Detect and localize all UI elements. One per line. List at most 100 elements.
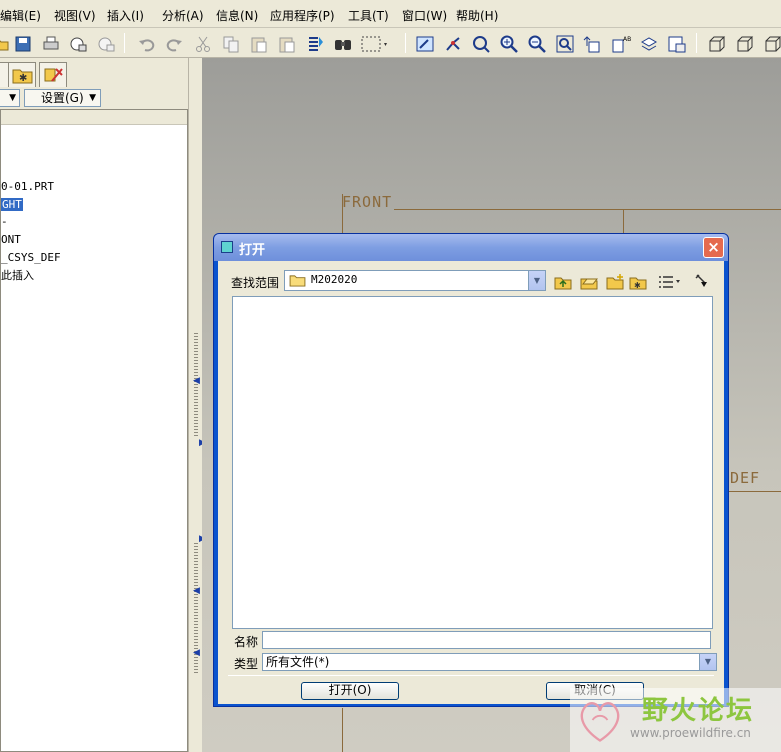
close-icon: ×	[707, 238, 720, 256]
copy-icon[interactable]	[220, 33, 240, 53]
tools-icon	[44, 68, 63, 82]
open-dialog: 打开 × 查找范围 M202020 ▼ ✱ 名称 类型 所有文件(*) ▼ 打开…	[213, 233, 729, 707]
selection-box-icon[interactable]	[358, 33, 388, 53]
navigator-tabs: ✱	[0, 60, 190, 87]
datum-label-def: DEF	[730, 469, 761, 487]
hidden-line-icon[interactable]	[762, 33, 781, 53]
tab-favorites[interactable]	[39, 62, 67, 87]
svg-text:✱: ✱	[634, 281, 641, 290]
look-in-value: M202020	[311, 273, 358, 286]
working-directory-button[interactable]: ✱	[627, 272, 649, 292]
toolbar-separator	[124, 33, 125, 53]
tree-item-part[interactable]: 0-01.PRT	[1, 179, 54, 195]
watermark-url: www.proewildfire.cn	[630, 726, 751, 740]
paste-icon[interactable]	[248, 33, 268, 53]
spin-center-icon[interactable]	[442, 33, 462, 53]
file-name-input[interactable]	[262, 631, 711, 649]
chevron-down-icon: ▼	[9, 93, 16, 103]
toolbar-separator	[405, 33, 406, 53]
look-in-combo[interactable]: M202020 ▼	[284, 270, 546, 291]
svg-text:AB: AB	[623, 36, 631, 43]
main-toolbar: AB	[0, 28, 781, 58]
repaint-icon[interactable]	[414, 33, 434, 53]
print-icon[interactable]	[40, 33, 60, 53]
paste-special-icon[interactable]	[276, 33, 296, 53]
datum-plane-edge	[342, 708, 343, 752]
reorient-icon[interactable]	[582, 33, 602, 53]
view-manager-icon[interactable]	[666, 33, 686, 53]
orient-mode-icon[interactable]	[470, 33, 490, 53]
tools-menu-button[interactable]	[690, 272, 712, 292]
settings-dropdown[interactable]: 设置(G) ▼	[24, 89, 101, 107]
tree-item-right[interactable]: GHT	[1, 197, 23, 213]
find-icon[interactable]	[332, 33, 352, 53]
watermark-logo-icon	[580, 702, 620, 742]
menu-applications[interactable]: 应用程序(P)	[270, 7, 335, 24]
model-tree: 0-01.PRT GHT - ONT _CSYS_DEF 此插入	[0, 109, 188, 752]
window-icon	[221, 241, 233, 253]
datum-plane-top[interactable]	[729, 491, 781, 492]
menu-info[interactable]: 信息(N)	[216, 7, 258, 24]
tree-item-csys[interactable]: _CSYS_DEF	[1, 250, 61, 266]
collapse-arrow-icon[interactable]: ◀	[193, 376, 200, 386]
folder-icon	[289, 275, 306, 287]
collapse-arrow-icon[interactable]: ◀	[193, 586, 200, 596]
open-button[interactable]: 打开(O)	[301, 682, 399, 700]
file-type-combo[interactable]: 所有文件(*) ▼	[262, 653, 717, 671]
dialog-title: 打开	[239, 243, 266, 258]
zoom-out-icon[interactable]	[526, 33, 546, 53]
zoom-in-icon[interactable]	[498, 33, 518, 53]
refit-icon[interactable]	[554, 33, 574, 53]
chevron-down-icon: ▼	[89, 93, 96, 103]
up-one-level-button[interactable]	[552, 272, 574, 292]
name-label: 名称	[234, 635, 259, 649]
look-in-label: 查找范围	[231, 276, 280, 290]
no-hidden-icon[interactable]	[734, 33, 754, 53]
open-icon[interactable]	[0, 33, 10, 53]
settings-label: 设置(G)	[41, 91, 84, 105]
undo-icon[interactable]	[136, 33, 156, 53]
layers-icon[interactable]	[638, 33, 658, 53]
forum-watermark: 野火论坛 www.proewildfire.cn	[570, 688, 781, 752]
tree-item-top[interactable]: -	[1, 214, 8, 230]
send-mail-attachment-icon[interactable]	[95, 33, 115, 53]
menu-window[interactable]: 窗口(W)	[402, 7, 447, 24]
view-menu-button[interactable]	[656, 272, 684, 292]
cut-icon[interactable]	[192, 33, 212, 53]
dialog-titlebar[interactable]: 打开 ×	[214, 234, 728, 261]
tree-item-front[interactable]: ONT	[1, 232, 21, 248]
redo-icon[interactable]	[163, 33, 183, 53]
shading-icon[interactable]	[706, 33, 726, 53]
browse-folder-button[interactable]	[578, 272, 600, 292]
svg-text:✱: ✱	[19, 73, 27, 84]
menu-analysis[interactable]: 分析(A)	[162, 7, 204, 24]
tree-item-insert-here[interactable]: 此插入	[1, 268, 34, 284]
file-type-value: 所有文件(*)	[266, 655, 330, 669]
menu-insert[interactable]: 插入(I)	[107, 7, 144, 24]
menu-view[interactable]: 视图(V)	[54, 7, 96, 24]
watermark-text: 野火论坛	[642, 696, 755, 726]
model-tree-header	[1, 110, 187, 125]
datum-plane-front[interactable]	[394, 209, 781, 210]
menu-help[interactable]: 帮助(H)	[456, 7, 498, 24]
menu-edit[interactable]: 编辑(E)	[0, 7, 41, 24]
menu-tools[interactable]: 工具(T)	[348, 7, 389, 24]
file-list[interactable]	[232, 296, 713, 629]
close-button[interactable]: ×	[703, 237, 724, 258]
saved-views-icon[interactable]: AB	[610, 33, 631, 53]
dialog-body: 查找范围 M202020 ▼ ✱ 名称 类型 所有文件(*) ▼ 打开(O) 取…	[218, 261, 724, 704]
new-folder-button[interactable]	[604, 272, 626, 292]
regenerate-icon[interactable]	[304, 33, 324, 53]
panel-splitter[interactable]: ◀ ▶ ▶ ◀ ◀	[188, 58, 206, 752]
folder-star-icon: ✱	[12, 69, 33, 84]
type-label: 类型	[234, 657, 259, 671]
send-mail-icon[interactable]	[67, 33, 87, 53]
datum-label-front: FRONT	[342, 193, 393, 211]
chevron-down-icon[interactable]: ▼	[528, 271, 545, 290]
menu-bar: 编辑(E) 视图(V) 插入(I) 分析(A) 信息(N) 应用程序(P) 工具…	[0, 0, 781, 28]
tab-folder-browser[interactable]: ✱	[8, 62, 36, 87]
chevron-down-icon[interactable]: ▼	[699, 654, 716, 670]
collapse-arrow-icon[interactable]: ◀	[193, 648, 200, 658]
show-dropdown[interactable]: ▼	[0, 89, 20, 107]
save-icon[interactable]	[12, 33, 32, 53]
